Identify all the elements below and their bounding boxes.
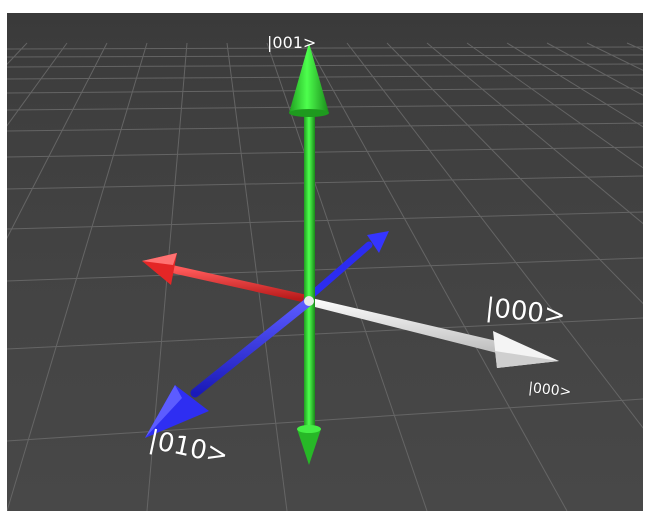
3d-viewport[interactable]: |001> |000> |000> |010>: [7, 13, 643, 511]
axis-arrow-red[interactable]: [142, 253, 311, 303]
axis-arrow-green[interactable]: [289, 43, 329, 465]
origin-point: [304, 296, 314, 306]
ket-000-label-large: |000>: [484, 293, 567, 332]
scene-canvas: [7, 42, 643, 511]
ket-000-label-small: |000>: [527, 380, 573, 401]
axis-arrow-blue-front[interactable]: [145, 298, 312, 438]
axis-arrow-blue-back[interactable]: [303, 231, 389, 303]
ket-001-label: |001>: [267, 33, 317, 52]
